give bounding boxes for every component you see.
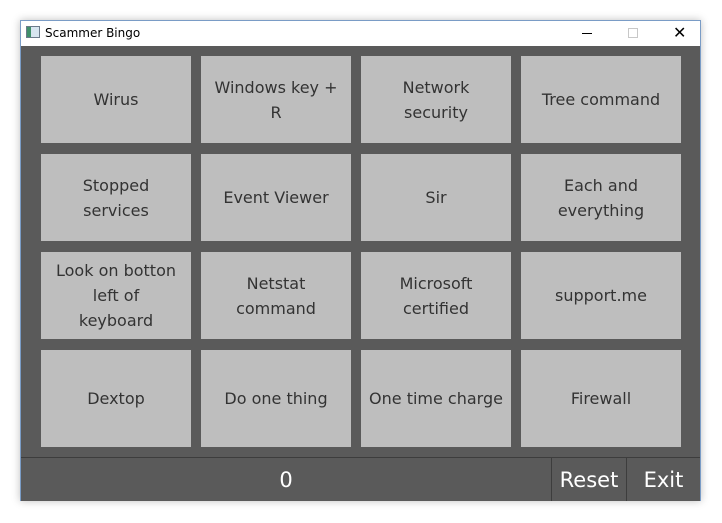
bingo-cell[interactable]: Event Viewer bbox=[201, 154, 351, 241]
bingo-cell[interactable]: Dextop bbox=[41, 350, 191, 447]
bingo-cell[interactable]: Wirus bbox=[41, 56, 191, 143]
bingo-cell[interactable]: One time charge bbox=[361, 350, 511, 447]
title-bar[interactable]: Scammer Bingo ✕ bbox=[21, 21, 700, 46]
maximize-button[interactable] bbox=[610, 21, 656, 46]
bingo-cell[interactable]: Windows key + R bbox=[201, 56, 351, 143]
exit-button[interactable]: Exit bbox=[626, 458, 700, 501]
window-title: Scammer Bingo bbox=[45, 26, 141, 40]
minimize-button[interactable] bbox=[564, 21, 610, 46]
maximize-icon bbox=[628, 28, 638, 38]
bingo-cell[interactable]: Do one thing bbox=[201, 350, 351, 447]
bingo-cell[interactable]: Sir bbox=[361, 154, 511, 241]
bingo-cell[interactable]: Netstat command bbox=[201, 252, 351, 339]
bingo-cell[interactable]: Look on botton left of keyboard bbox=[41, 252, 191, 339]
bingo-cell[interactable]: Microsoft certified bbox=[361, 252, 511, 339]
bingo-cell[interactable]: Firewall bbox=[521, 350, 681, 447]
reset-button[interactable]: Reset bbox=[551, 458, 626, 501]
bingo-grid: Wirus Windows key + R Network security T… bbox=[41, 56, 681, 447]
bingo-cell[interactable]: Each and everything bbox=[521, 154, 681, 241]
close-button[interactable]: ✕ bbox=[656, 21, 702, 46]
app-icon bbox=[26, 26, 40, 38]
bingo-cell[interactable]: Tree command bbox=[521, 56, 681, 143]
bingo-cell[interactable]: Network security bbox=[361, 56, 511, 143]
score-display: 0 bbox=[279, 467, 293, 492]
app-window: Scammer Bingo ✕ Wirus Windows key + R Ne… bbox=[20, 20, 701, 501]
footer-bar: 0 Reset Exit bbox=[21, 457, 700, 501]
bingo-cell[interactable]: support.me bbox=[521, 252, 681, 339]
close-icon: ✕ bbox=[673, 23, 687, 42]
minimize-icon bbox=[582, 33, 592, 34]
bingo-cell[interactable]: Stopped services bbox=[41, 154, 191, 241]
